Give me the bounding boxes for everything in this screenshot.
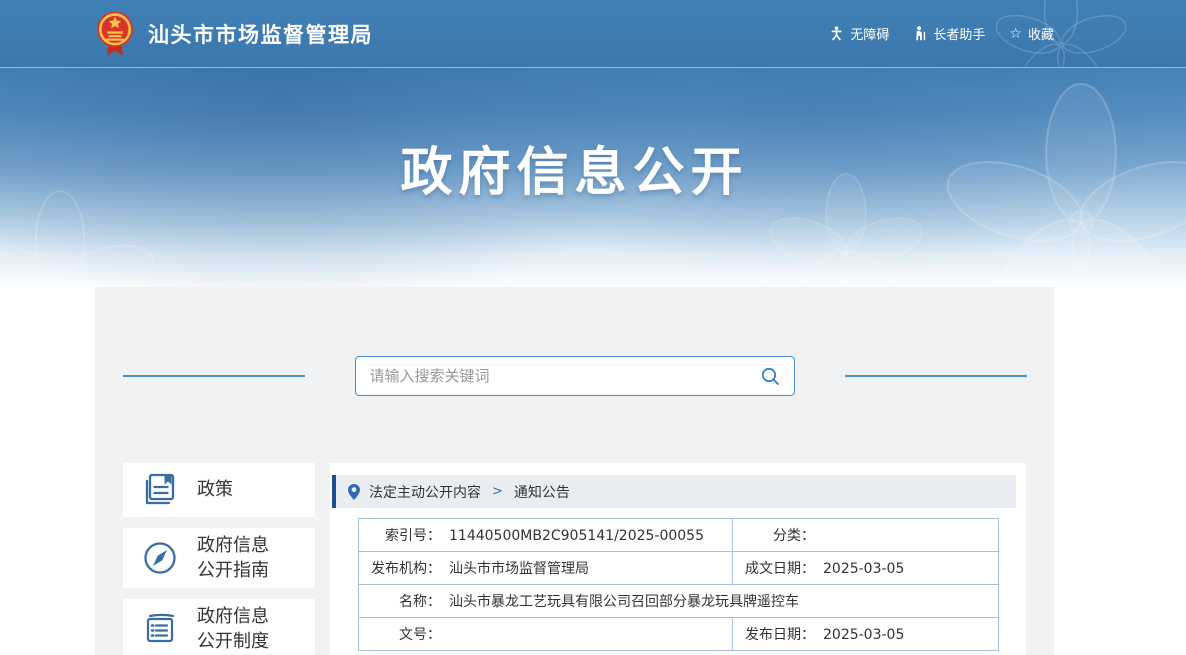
index-number-cell: 索引号： 11440500MB2C905141/2025-00055 <box>358 518 733 552</box>
document-meta-table: 索引号： 11440500MB2C905141/2025-00055 分类： 发布… <box>358 518 999 651</box>
meta-label: 名称： <box>399 594 441 610</box>
site-header: 汕头市市场监督管理局 无障碍 长者助手 ☆ 收藏 <box>0 0 1186 68</box>
meta-label: 索引号： <box>385 528 441 544</box>
search-icon <box>760 366 780 386</box>
util-label: 长者助手 <box>933 28 986 43</box>
content-row: 政策 政府信息公开指南 政府信息公开制度 法定主动公开内容 > 通知公告 索引号… <box>95 463 1054 655</box>
meta-label: 发布日期： <box>745 627 815 643</box>
meta-label: 分类： <box>773 528 815 544</box>
meta-row-title: 名称： 汕头市暴龙工艺玩具有限公司召回部分暴龙玩具牌遥控车 <box>358 584 999 618</box>
decor-line-left <box>122 375 305 377</box>
meta-row-agency: 发布机构： 汕头市市场监督管理局 成文日期： 2025-03-05 <box>358 551 999 585</box>
meta-value: 汕头市市场监督管理局 <box>449 561 589 577</box>
title-cell: 名称： 汕头市暴龙工艺玩具有限公司召回部分暴龙玩具牌遥控车 <box>358 584 999 618</box>
elder-assist-link[interactable]: 长者助手 <box>913 24 985 43</box>
header-utils: 无障碍 长者助手 ☆ 收藏 <box>829 24 1054 43</box>
breadcrumb-item-current[interactable]: 通知公告 <box>514 482 570 502</box>
sidebar-item-disclosure-rules[interactable]: 政府信息公开制度 <box>123 599 315 655</box>
page-title: 政府信息公开 <box>400 143 749 203</box>
site-brand[interactable]: 汕头市市场监督管理局 <box>95 10 373 57</box>
sidebar: 政策 政府信息公开指南 政府信息公开制度 <box>123 463 315 655</box>
written-date-cell: 成文日期： 2025-03-05 <box>732 551 999 585</box>
policy-book-icon <box>140 470 180 510</box>
meta-value: 汕头市暴龙工艺玩具有限公司召回部分暴龙玩具牌遥控车 <box>449 594 799 610</box>
issuing-agency-cell: 发布机构： 汕头市市场监督管理局 <box>358 551 733 585</box>
search-row <box>95 287 1054 396</box>
hero-banner: 政府信息公开 <box>0 68 1186 287</box>
main-panel: 法定主动公开内容 > 通知公告 索引号： 11440500MB2C905141/2… <box>330 463 1026 655</box>
category-cell: 分类： <box>732 518 999 552</box>
location-pin-icon <box>348 483 360 500</box>
sidebar-item-label: 政策 <box>197 479 233 501</box>
doc-number-cell: 文号： <box>358 617 733 651</box>
national-emblem-logo <box>95 10 135 57</box>
util-label: 无障碍 <box>850 28 890 43</box>
meta-label: 发布机构： <box>371 561 441 577</box>
decor-line-right <box>844 375 1027 377</box>
search-input[interactable] <box>369 367 760 385</box>
accessibility-icon <box>829 26 844 41</box>
breadcrumb-separator: > <box>492 484 503 499</box>
sidebar-item-label: 政府信息公开指南 <box>197 534 269 581</box>
search-button[interactable] <box>760 366 780 386</box>
content-card: 政策 政府信息公开指南 <box>95 287 1054 655</box>
breadcrumb: 法定主动公开内容 > 通知公告 <box>332 475 1016 508</box>
sidebar-item-disclosure-guide[interactable]: 政府信息公开指南 <box>123 528 315 588</box>
util-label: 收藏 <box>1027 28 1054 43</box>
sidebar-item-policy[interactable]: 政策 <box>123 463 315 517</box>
sidebar-item-label: 政府信息公开制度 <box>197 605 269 652</box>
star-icon: ☆ <box>1009 25 1022 42</box>
breadcrumb-item-parent[interactable]: 法定主动公开内容 <box>369 482 481 502</box>
favorite-link[interactable]: ☆ 收藏 <box>1009 24 1054 44</box>
meta-label: 成文日期： <box>745 561 815 577</box>
meta-row-index: 索引号： 11440500MB2C905141/2025-00055 分类： <box>358 518 999 552</box>
meta-label: 文号： <box>399 627 441 643</box>
elder-assist-icon <box>913 26 927 41</box>
compass-icon <box>140 538 180 578</box>
meta-value: 2025-03-05 <box>823 561 905 577</box>
rules-list-icon <box>140 609 180 649</box>
publish-date-cell: 发布日期： 2025-03-05 <box>732 617 999 651</box>
accessibility-link[interactable]: 无障碍 <box>829 24 889 43</box>
search-box <box>354 356 795 396</box>
meta-value: 11440500MB2C905141/2025-00055 <box>449 528 705 544</box>
site-title: 汕头市市场监督管理局 <box>148 22 373 47</box>
meta-row-docno: 文号： 发布日期： 2025-03-05 <box>358 617 999 651</box>
meta-value: 2025-03-05 <box>823 627 905 643</box>
page: 汕头市市场监督管理局 无障碍 长者助手 ☆ 收藏 政府信息公开 请输入搜索关键词… <box>0 0 1186 655</box>
